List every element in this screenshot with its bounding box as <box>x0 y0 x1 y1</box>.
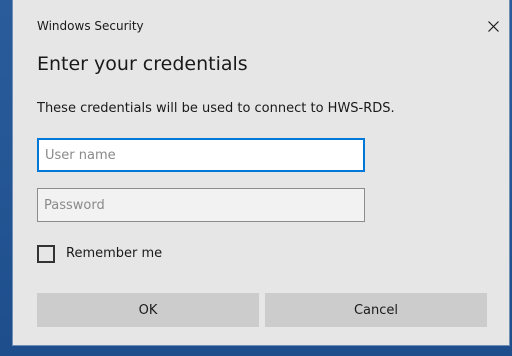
dialog-message: These credentials will be used to connec… <box>37 101 395 116</box>
password-input[interactable] <box>37 188 365 222</box>
remember-me-checkbox[interactable] <box>37 245 55 263</box>
cancel-button[interactable]: Cancel <box>265 293 487 327</box>
ok-button[interactable]: OK <box>37 293 259 327</box>
close-button[interactable] <box>481 14 505 38</box>
credentials-dialog: Windows Security Enter your credentials … <box>12 0 510 346</box>
remember-me-label: Remember me <box>66 246 163 261</box>
window-title: Windows Security <box>37 19 144 33</box>
username-input[interactable] <box>37 138 365 172</box>
close-icon <box>487 20 499 32</box>
title-bar: Windows Security <box>13 0 509 34</box>
dialog-heading: Enter your credentials <box>37 53 248 75</box>
remember-me-option[interactable]: Remember me <box>37 243 162 265</box>
